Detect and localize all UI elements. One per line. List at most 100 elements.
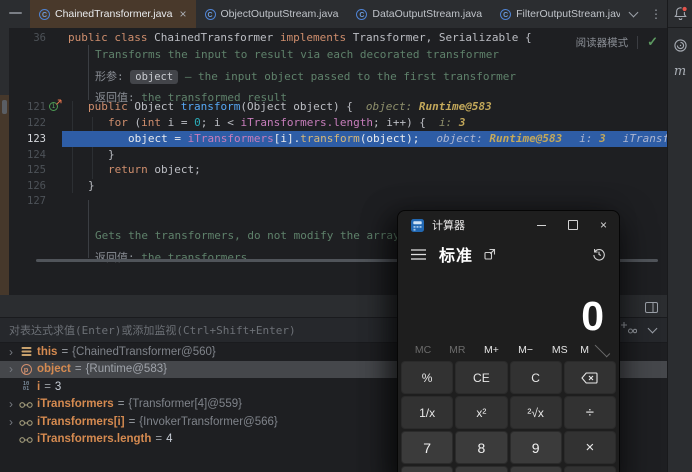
debug-hint-label: i: bbox=[579, 132, 592, 145]
tabs: C ChainedTransformer.java × C ObjectOutp… bbox=[30, 0, 620, 28]
line-number[interactable]: 36 bbox=[0, 30, 46, 46]
window-drag-handle-icon[interactable] bbox=[9, 12, 22, 14]
tab-filteroutputstream[interactable]: C FilterOutputStream.java bbox=[491, 0, 620, 28]
backspace-key[interactable] bbox=[564, 361, 616, 394]
add-watch-icon[interactable] bbox=[620, 321, 637, 339]
maximize-button[interactable] bbox=[557, 211, 588, 239]
line-number[interactable]: 127 bbox=[0, 193, 46, 209]
notifications-bell-icon[interactable] bbox=[668, 6, 692, 21]
layout-editor-icon[interactable] bbox=[645, 300, 658, 318]
tab-chainedtransformer[interactable]: C ChainedTransformer.java × bbox=[30, 0, 196, 28]
line-number[interactable]: 126 bbox=[0, 178, 46, 194]
reciprocal-key[interactable]: 1/x bbox=[401, 396, 453, 429]
ai-assistant-icon[interactable] bbox=[668, 38, 692, 53]
code-token: public bbox=[88, 100, 134, 113]
watch-name: iTransformers[i] bbox=[37, 416, 125, 428]
divider bbox=[637, 36, 638, 49]
code-token: ; i++) { bbox=[373, 116, 426, 129]
memory-store-button[interactable]: MS bbox=[543, 341, 577, 359]
calculator-display: 0 bbox=[398, 269, 619, 339]
code-token: iTransformers.length bbox=[241, 116, 373, 129]
chevron-down-icon[interactable] bbox=[648, 324, 658, 334]
code-line-121[interactable]: 121 public Object transform(Object objec… bbox=[0, 99, 668, 115]
keep-on-top-icon[interactable] bbox=[484, 248, 496, 260]
multiply-key[interactable]: × bbox=[564, 431, 616, 464]
line-number[interactable]: 123 bbox=[0, 131, 46, 147]
maven-icon[interactable]: m bbox=[668, 64, 692, 79]
digit-6-key[interactable]: 6 bbox=[510, 466, 562, 472]
code-line-127[interactable]: 127 bbox=[0, 193, 668, 209]
doc-return-label: 返回值: bbox=[95, 251, 135, 264]
code-line-126[interactable]: 126 } bbox=[0, 178, 668, 194]
subtract-key[interactable]: − bbox=[564, 466, 616, 472]
expand-chevron-icon[interactable]: › bbox=[4, 362, 18, 376]
doc-text: – the input object passed to the first t… bbox=[185, 70, 516, 83]
code-token: return bbox=[108, 163, 148, 176]
watch-value: 4 bbox=[166, 433, 172, 445]
equals-sign: = bbox=[129, 416, 136, 428]
code-token: 0 bbox=[194, 116, 201, 129]
more-options-icon[interactable]: ⋮ bbox=[650, 7, 662, 21]
inspections-check-icon[interactable]: ✓ bbox=[647, 34, 658, 50]
watch-value: {InvokerTransformer@566} bbox=[139, 416, 277, 428]
tab-label: ObjectOutputStream.java bbox=[221, 8, 339, 20]
code-token: transform bbox=[300, 132, 360, 145]
memory-subtract-button[interactable]: M− bbox=[509, 341, 543, 359]
code-token: iTransformers bbox=[188, 132, 274, 145]
digit-8-key[interactable]: 8 bbox=[455, 431, 507, 464]
expand-chevron-icon[interactable]: › bbox=[4, 397, 18, 411]
code-token: ; i < bbox=[201, 116, 241, 129]
code-token: int bbox=[141, 116, 161, 129]
code-token: Object bbox=[134, 100, 180, 113]
code-line-36[interactable]: 36 public class ChainedTransformer imple… bbox=[0, 30, 668, 46]
code-line-125[interactable]: 125 return object; bbox=[0, 162, 668, 178]
history-icon[interactable] bbox=[592, 247, 606, 261]
calculator-title-bar[interactable]: 计算器 × bbox=[398, 211, 619, 239]
expand-chevron-icon[interactable]: › bbox=[4, 415, 18, 429]
close-icon[interactable]: × bbox=[180, 7, 187, 21]
memory-flyout-button[interactable]: M bbox=[577, 341, 611, 359]
variable-name: this bbox=[37, 346, 57, 358]
minimize-button[interactable] bbox=[526, 211, 557, 239]
param-name-chip: object bbox=[130, 70, 178, 84]
line-number[interactable]: 121 bbox=[0, 99, 46, 115]
tab-dataoutputstream[interactable]: C DataOutputStream.java bbox=[347, 0, 491, 28]
class-icon: C bbox=[39, 9, 50, 20]
tool-window-stripe: m bbox=[667, 0, 692, 472]
memory-add-button[interactable]: M+ bbox=[474, 341, 508, 359]
code-line-123[interactable]: 123 object = iTransformers[i].transform(… bbox=[0, 131, 668, 147]
watch-glasses-icon bbox=[18, 399, 34, 409]
class-instance-icon bbox=[18, 346, 34, 357]
code-line-122[interactable]: 122 for (int i = 0; i < iTransformers.le… bbox=[0, 115, 668, 131]
debug-hint-label: iTransformers: bbox=[623, 132, 668, 145]
code-line-124[interactable]: 124 } bbox=[0, 147, 668, 163]
line-number[interactable]: 124 bbox=[0, 147, 46, 163]
doc-text: Transforms the input to result via each … bbox=[95, 47, 499, 63]
sqrt-key[interactable]: ²√x bbox=[510, 396, 562, 429]
digit-7-key[interactable]: 7 bbox=[401, 431, 453, 464]
close-button[interactable]: × bbox=[588, 211, 619, 239]
chevron-down-icon[interactable] bbox=[629, 8, 639, 18]
code-token: i = bbox=[161, 116, 194, 129]
tab-label: FilterOutputStream.java bbox=[516, 8, 620, 20]
debug-hint-value: Runtime@583 bbox=[489, 132, 562, 145]
memory-recall-button[interactable]: MR bbox=[440, 341, 474, 359]
digit-5-key[interactable]: 5 bbox=[455, 466, 507, 472]
class-icon: C bbox=[500, 9, 511, 20]
tab-objectoutputstream[interactable]: C ObjectOutputStream.java bbox=[196, 0, 348, 28]
divide-key[interactable]: ÷ bbox=[564, 396, 616, 429]
display-value: 0 bbox=[581, 296, 604, 337]
line-number[interactable]: 125 bbox=[0, 162, 46, 178]
hamburger-menu-icon[interactable] bbox=[411, 249, 426, 260]
memory-clear-button[interactable]: MC bbox=[406, 341, 440, 359]
watch-value: {Transformer[4]@559} bbox=[128, 398, 242, 410]
digit-4-key[interactable]: 4 bbox=[401, 466, 453, 472]
square-key[interactable]: x² bbox=[455, 396, 507, 429]
editor-tab-bar: C ChainedTransformer.java × C ObjectOutp… bbox=[0, 0, 668, 29]
line-number[interactable]: 122 bbox=[0, 115, 46, 131]
expand-chevron-icon[interactable]: › bbox=[4, 345, 18, 359]
clear-key[interactable]: C bbox=[510, 361, 562, 394]
percent-key[interactable]: % bbox=[401, 361, 453, 394]
clear-entry-key[interactable]: CE bbox=[455, 361, 507, 394]
digit-9-key[interactable]: 9 bbox=[510, 431, 562, 464]
